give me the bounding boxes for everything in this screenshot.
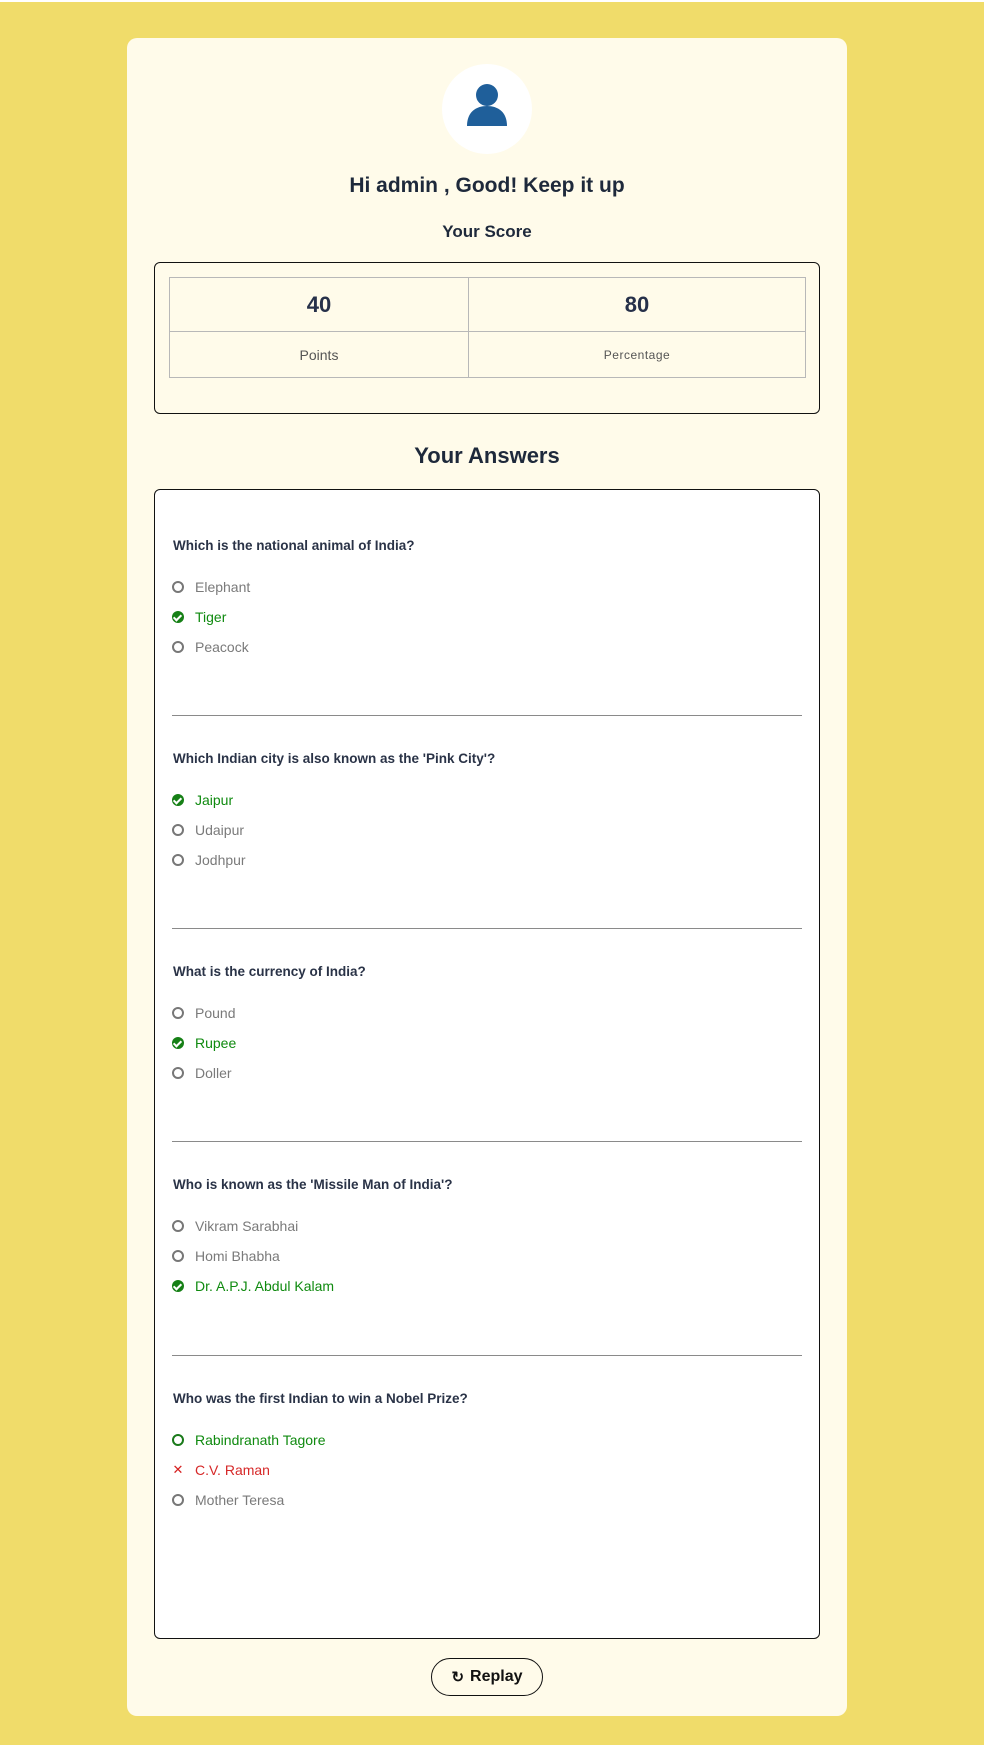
option-label: Rabindranath Tagore [195,1432,326,1448]
option-label: C.V. Raman [195,1462,270,1478]
answer-option[interactable]: ✕ C.V. Raman [172,1460,270,1480]
option-label: Pound [195,1005,236,1021]
answer-option[interactable]: Udaipur [172,820,244,840]
radio-correct-icon [172,1434,184,1446]
check-circle-icon [172,1280,184,1292]
radio-empty-icon [172,1250,184,1262]
option-label: Jaipur [195,792,234,808]
answer-option[interactable]: Homi Bhabha [172,1246,280,1266]
divider [172,1355,802,1356]
refresh-icon: ↻ [451,1669,465,1686]
answer-option[interactable]: Peacock [172,637,249,657]
check-circle-icon [172,794,184,806]
divider [172,1141,802,1142]
answers-panel: Which is the national animal of India? E… [154,489,820,1639]
option-label: Dr. A.P.J. Abdul Kalam [195,1278,335,1294]
answer-option[interactable]: Dr. A.P.J. Abdul Kalam [172,1276,334,1296]
check-circle-icon [172,611,184,623]
percentage-value: 80 [469,278,805,332]
divider [172,928,802,929]
radio-empty-icon [172,641,184,653]
top-strip [0,0,984,2]
answer-option[interactable]: Rupee [172,1033,236,1053]
points-value: 40 [170,278,469,332]
radio-empty-icon [172,1007,184,1019]
question-text: What is the currency of India? [173,964,366,979]
percentage-label: Percentage [603,347,671,362]
score-title: Your Score [442,222,532,241]
option-label: Peacock [195,639,249,655]
answer-option[interactable]: Jaipur [172,790,233,810]
option-label: Mother Teresa [195,1492,285,1508]
greeting-heading: Hi admin , Good! Keep it up [349,174,625,197]
replay-button[interactable]: ↻ Replay [431,1658,543,1696]
score-panel: 40 80 Points Percentage [154,262,820,414]
question-text: Which is the national animal of India? [173,538,415,553]
user-icon [467,84,507,126]
option-label: Rupee [195,1035,237,1051]
radio-empty-icon [172,824,184,836]
points-label: Points [170,332,469,377]
check-circle-icon [172,1037,184,1049]
option-label: Homi Bhabha [195,1248,280,1264]
question-text: Who was the first Indian to win a Nobel … [173,1391,468,1406]
answer-option[interactable]: Tiger [172,607,226,627]
option-label: Vikram Sarabhai [195,1218,299,1234]
replay-label: Replay [470,1668,523,1685]
radio-empty-icon [172,1067,184,1079]
radio-empty-icon [172,1220,184,1232]
option-label: Udaipur [195,822,245,838]
cross-icon: ✕ [172,1462,184,1477]
radio-empty-icon [172,1494,184,1506]
option-label: Doller [195,1065,232,1081]
question-text: Which Indian city is also known as the '… [173,751,496,766]
option-label: Jodhpur [195,852,246,868]
answer-option[interactable]: Pound [172,1003,235,1023]
answer-option[interactable]: Elephant [172,577,250,597]
result-card: Hi admin , Good! Keep it up Your Score 4… [127,38,847,1716]
radio-empty-icon [172,854,184,866]
answers-title: Your Answers [414,443,560,468]
answer-option[interactable]: Rabindranath Tagore [172,1430,326,1450]
radio-empty-icon [172,581,184,593]
answer-option[interactable]: Jodhpur [172,850,246,870]
answer-option[interactable]: Vikram Sarabhai [172,1216,298,1236]
option-label: Tiger [195,609,227,625]
divider [172,715,802,716]
answer-option[interactable]: Doller [172,1063,232,1083]
question-text: Who is known as the 'Missile Man of Indi… [173,1177,453,1192]
score-table: 40 80 Points Percentage [169,277,806,378]
answer-option[interactable]: Mother Teresa [172,1490,284,1510]
option-label: Elephant [195,579,251,595]
avatar [442,64,532,154]
